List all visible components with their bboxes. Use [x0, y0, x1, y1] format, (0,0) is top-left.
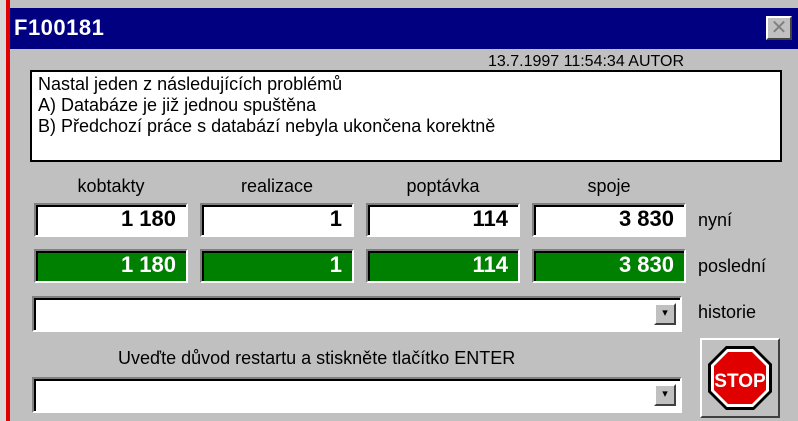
- column-header-kobtakty: kobtakty: [77, 176, 145, 196]
- column-header-poptavka: poptávka: [406, 176, 480, 196]
- stop-button[interactable]: STOP: [700, 338, 780, 418]
- column-header-realizace: realizace: [240, 176, 314, 196]
- reason-dropdown-button[interactable]: ▾: [654, 384, 676, 406]
- chevron-down-icon: ▾: [662, 307, 668, 319]
- timestamp-author: 13.7.1997 11:54:34 AUTOR: [488, 53, 684, 70]
- message-line: Nastal jeden z následujících problémů: [38, 74, 343, 94]
- current-realizace-field: 1: [200, 203, 354, 237]
- row-label-last: poslední: [698, 256, 767, 276]
- row-label-current: nyní: [698, 210, 733, 230]
- window-title: F100181: [14, 15, 105, 40]
- message-line: A) Databáze je již jednou spuštěna: [38, 95, 317, 115]
- last-poptavka-field: 114: [366, 249, 520, 283]
- stop-label: STOP: [714, 371, 766, 392]
- current-spoje-field: 3 830: [532, 203, 686, 237]
- history-dropdown-button[interactable]: ▾: [654, 303, 676, 325]
- red-side-strip: [6, 0, 10, 421]
- current-poptavka-field: 114: [366, 203, 520, 237]
- column-header-spoje: spoje: [587, 176, 631, 196]
- history-combo[interactable]: ▾: [32, 296, 682, 332]
- message-box: Nastal jeden z následujících problémů A)…: [30, 70, 782, 162]
- last-kobtakty-field: 1 180: [34, 249, 188, 283]
- message-line: B) Předchozí práce s databází nebyla uko…: [38, 116, 496, 136]
- history-label: historie: [698, 302, 757, 322]
- stop-sign-icon: STOP: [708, 346, 772, 410]
- restart-instruction: Uveďte důvod restartu a stiskněte tlačít…: [118, 348, 516, 368]
- chevron-down-icon: ▾: [662, 388, 668, 400]
- restart-reason-combo[interactable]: ▾: [32, 377, 682, 413]
- current-kobtakty-field: 1 180: [34, 203, 188, 237]
- close-icon: ✕: [770, 15, 788, 39]
- close-button[interactable]: ✕: [766, 16, 792, 40]
- title-bar[interactable]: F100181 ✕: [10, 8, 798, 49]
- last-spoje-field: 3 830: [532, 249, 686, 283]
- last-realizace-field: 1: [200, 249, 354, 283]
